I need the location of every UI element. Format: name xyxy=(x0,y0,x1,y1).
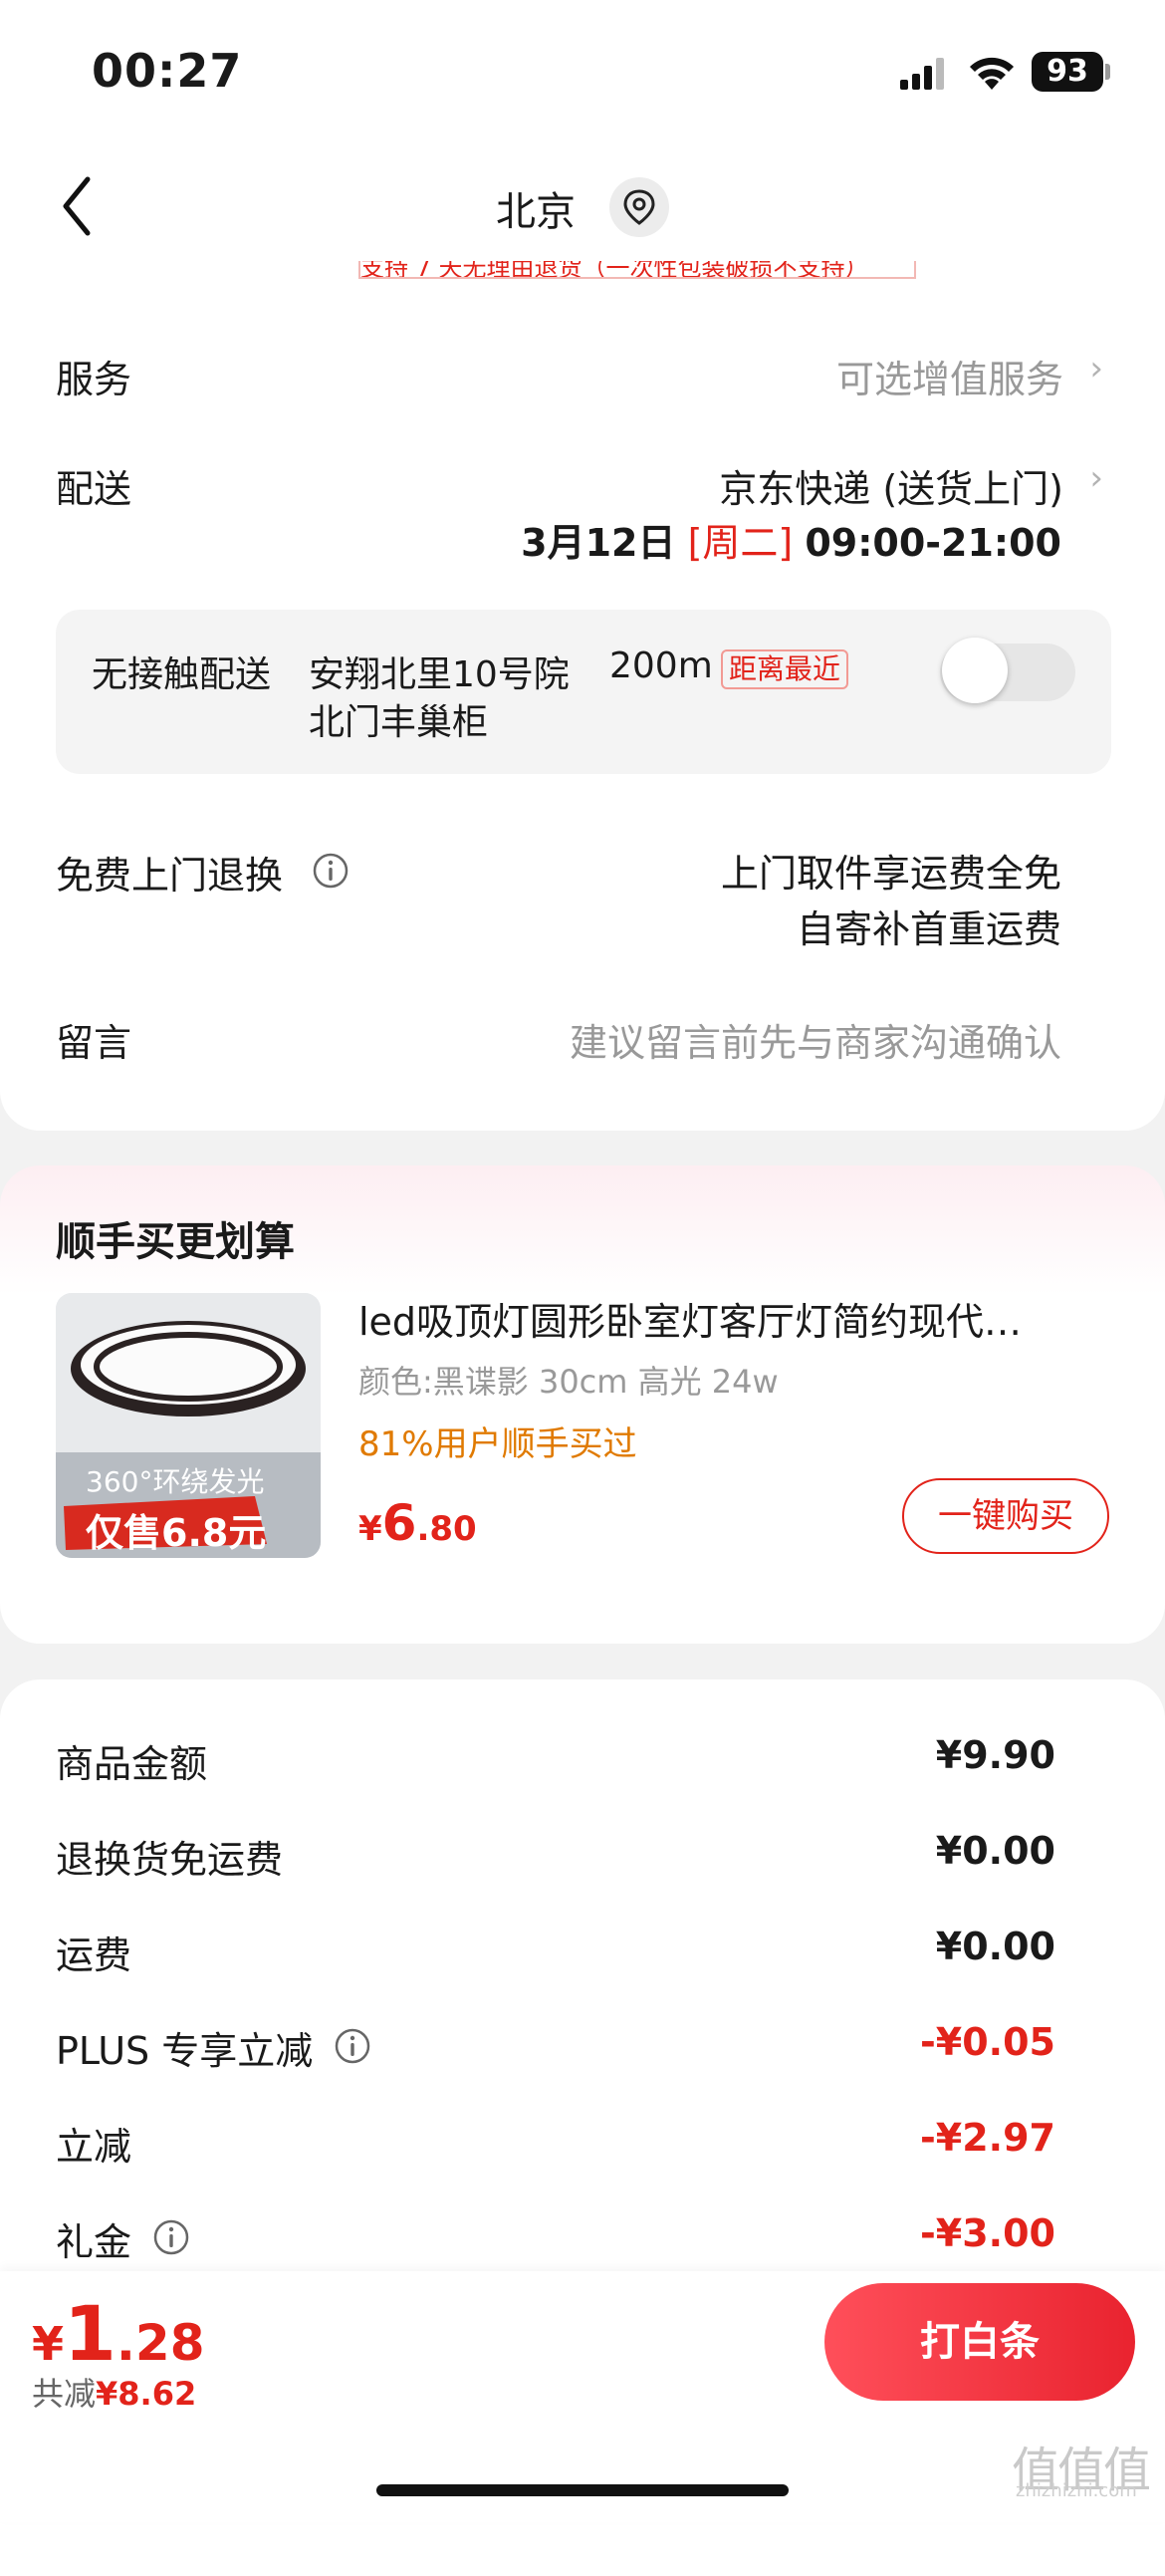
price-dec: .80 xyxy=(416,1509,477,1549)
delivery-row[interactable]: 京东快递 (送货上门) › xyxy=(558,456,1115,512)
delivery-carrier: 京东快递 (送货上门) xyxy=(719,467,1063,511)
nav-city: 北京 xyxy=(496,189,576,235)
free-return-label: 免费上门退换 xyxy=(56,854,284,898)
battery-indicator: 93 xyxy=(1032,52,1103,92)
addon-product-spec: 颜色:黑谍影 30cm 高光 24w xyxy=(358,1363,779,1401)
free-return-line1: 上门取件享运费全免 xyxy=(720,852,1061,896)
cellular-signal-icon xyxy=(900,58,944,90)
wifi-icon xyxy=(970,57,1014,90)
nearest-tag: 距离最近 xyxy=(721,649,849,689)
contactless-label: 无接触配送 xyxy=(92,654,272,695)
addon-product-image[interactable]: 360°环绕发光 仅售6.8元 xyxy=(56,1293,321,1558)
cost-row: 运费 ¥0.00 xyxy=(0,1925,1165,1980)
cost-label: PLUS 专享立减 xyxy=(56,2029,314,2073)
cost-row: PLUS 专享立减 -¥0.05 xyxy=(0,2020,1165,2076)
battery-tip xyxy=(1105,64,1110,80)
info-icon[interactable] xyxy=(153,2219,189,2255)
message-label: 留言 xyxy=(56,1021,132,1065)
cost-row: 商品金额 ¥9.90 xyxy=(0,1733,1165,1789)
addon-section-title: 顺手买更划算 xyxy=(56,1219,295,1265)
home-indicator[interactable] xyxy=(376,2484,789,2496)
location-pin-icon xyxy=(623,189,655,225)
cost-label: 退换货免运费 xyxy=(56,1838,284,1882)
image-caption-1: 360°环绕发光 xyxy=(86,1465,265,1498)
price-symbol: ¥ xyxy=(358,1509,382,1549)
service-label: 服务 xyxy=(56,358,132,401)
cost-value: ¥9.90 xyxy=(935,1733,1055,1777)
service-value: 可选增值服务 xyxy=(835,358,1063,401)
delivery-time-window: 09:00-21:00 xyxy=(805,521,1061,565)
cost-value: ¥0.00 xyxy=(935,1829,1055,1873)
addon-product-title[interactable]: led吸顶灯圆形卧室灯客厅灯简约现代… xyxy=(358,1291,1115,1346)
delivery-weekday: [周二] xyxy=(687,521,794,565)
delivery-date: 3月12日 xyxy=(521,521,676,565)
cost-row: 退换货免运费 ¥0.00 xyxy=(0,1829,1165,1885)
saved-value: ¥8.62 xyxy=(96,2375,197,2413)
addon-price: ¥6.80 xyxy=(358,1494,477,1552)
delivery-label: 配送 xyxy=(56,467,132,511)
info-icon[interactable] xyxy=(313,853,349,889)
saved-label: 共减 xyxy=(32,2375,97,2413)
cost-label: 立减 xyxy=(56,2125,132,2169)
total-symbol: ¥ xyxy=(32,2317,65,2371)
one-click-buy-button[interactable]: 一键购买 xyxy=(902,1478,1109,1554)
cost-label: 商品金额 xyxy=(56,1742,208,1786)
delivery-date-line: 3月12日 [周二] 09:00-21:00 xyxy=(521,512,1061,567)
cost-row: 礼金 -¥3.00 xyxy=(0,2211,1165,2267)
price-int: 6 xyxy=(381,1494,417,1552)
image-caption-2: 仅售6.8元 xyxy=(86,1511,267,1555)
back-arrow-icon[interactable] xyxy=(58,171,98,241)
total-price: ¥1.28 xyxy=(32,2289,204,2378)
pay-baitiao-button[interactable]: 打白条 xyxy=(824,2283,1135,2401)
service-row[interactable]: 可选增值服务 › xyxy=(637,345,1115,401)
cost-value: -¥0.05 xyxy=(920,2020,1055,2064)
toggle-knob[interactable] xyxy=(942,638,1008,703)
total-saved: 共减¥8.62 xyxy=(32,2369,196,2415)
cost-value: ¥0.00 xyxy=(935,1925,1055,1968)
status-time: 00:27 xyxy=(92,44,243,98)
cost-label: 礼金 xyxy=(56,2220,132,2264)
watermark-domain: zhizhizhi.com xyxy=(1016,2480,1137,2501)
locker-name: 北门丰巢柜 xyxy=(309,702,489,743)
chevron-right-icon: › xyxy=(1089,458,1103,498)
cost-label: 运费 xyxy=(56,1933,132,1977)
chevron-right-icon: › xyxy=(1089,349,1103,388)
locker-distance: 200m xyxy=(609,645,713,686)
return-policy-banner: 支持 7 天无理由退货（一次性包装破损不支持） xyxy=(358,261,916,279)
info-icon[interactable] xyxy=(335,2028,370,2064)
location-button[interactable] xyxy=(609,177,669,237)
message-input[interactable]: 建议留言前先与商家沟通确认 xyxy=(570,1012,1061,1067)
addon-bought-rate: 81%用户顺手买过 xyxy=(358,1424,637,1464)
cost-row: 立减 -¥2.97 xyxy=(0,2116,1165,2172)
total-int: 1 xyxy=(64,2289,116,2378)
locker-address: 安翔北里10号院 xyxy=(309,654,570,695)
free-return-line2: 自寄补首重运费 xyxy=(796,907,1061,951)
cost-value: -¥3.00 xyxy=(920,2211,1055,2255)
total-dec: .28 xyxy=(116,2314,205,2372)
cost-value: -¥2.97 xyxy=(920,2116,1055,2160)
return-policy-text: 支持 7 天无理由退货（一次性包装破损不支持） xyxy=(360,261,869,279)
nav-bar xyxy=(0,149,1165,269)
